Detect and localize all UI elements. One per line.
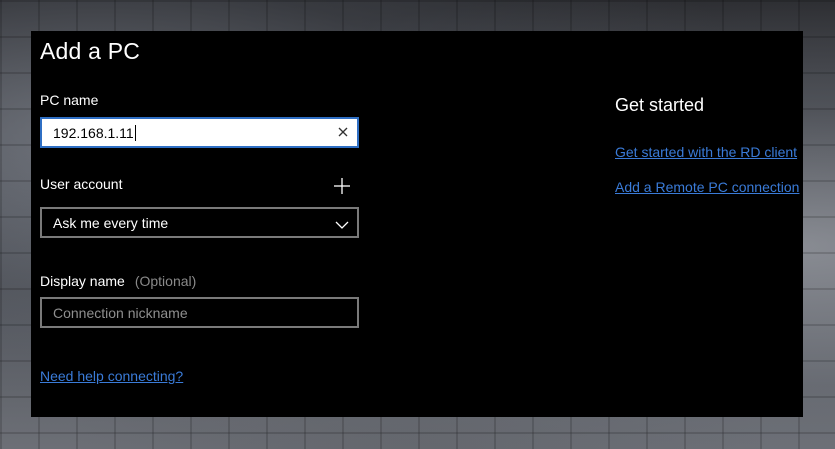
display-name-label-text: Display name: [40, 273, 125, 289]
pc-name-label: PC name: [40, 92, 99, 108]
display-name-field[interactable]: [40, 297, 359, 328]
pc-name-value: 192.168.1.11: [53, 124, 134, 141]
add-user-button[interactable]: [333, 177, 351, 195]
clear-button[interactable]: [336, 125, 350, 139]
page-title: Add a PC: [40, 38, 141, 64]
user-account-label: User account: [40, 176, 123, 192]
display-name-input[interactable]: [53, 304, 333, 321]
get-started-title: Get started: [615, 95, 705, 115]
close-icon: [338, 127, 348, 137]
optional-hint: (Optional): [134, 273, 197, 289]
add-remote-pc-link[interactable]: Add a Remote PC connection: [615, 179, 799, 195]
rd-client-link[interactable]: Get started with the RD client: [615, 144, 797, 160]
plus-icon: [334, 178, 350, 194]
add-pc-panel: Add a PC PC name 192.168.1.11 User accou…: [31, 31, 803, 417]
user-account-selected: Ask me every time: [53, 214, 169, 231]
help-link[interactable]: Need help connecting?: [40, 368, 183, 384]
chevron-down-icon: [335, 217, 349, 229]
text-caret: [134, 124, 136, 141]
user-account-select[interactable]: Ask me every time: [40, 207, 359, 238]
pc-name-input[interactable]: 192.168.1.11: [40, 117, 359, 148]
display-name-label: Display name (Optional): [40, 273, 196, 289]
